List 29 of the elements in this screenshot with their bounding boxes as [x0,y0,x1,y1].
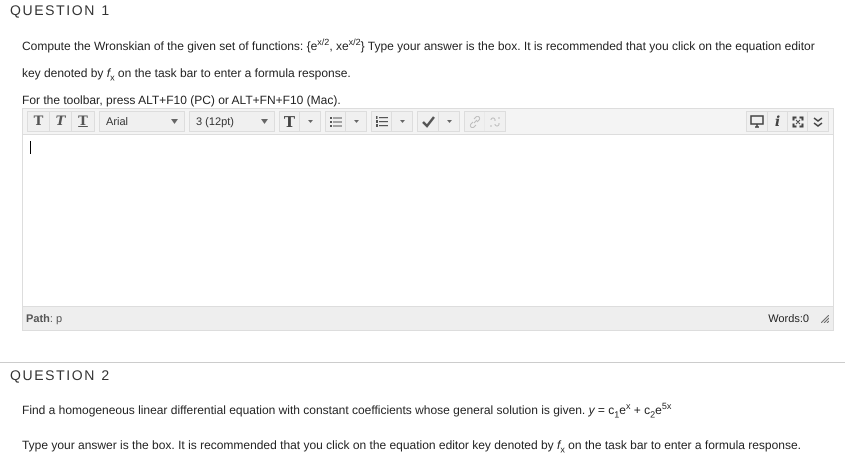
broken-link-icon [488,116,502,128]
checkmark-icon [421,116,435,128]
monitor-icon [750,115,764,128]
caret-icon [308,120,312,124]
question-title: QUESTION 1 [10,1,112,19]
numbered-list-icon [376,116,388,128]
question-text: Find a homogeneous linear differential equation with constant coefficients whose general solution is given. y = c$_{1}$e$^{x}$ + c$_{2}$e$^{5x}$ [22,400,672,422]
resize-handle-icon [821,314,829,323]
caret-icon [171,119,178,124]
italic-button[interactable]: T [50,112,72,132]
underline-button[interactable]: T [72,112,94,132]
fullscreen-icon [792,116,804,128]
double-chevron-icon [812,116,824,128]
question-text: Type your answer is the box. It is recommended that you click on the equation editor key denoted by f$_{x}$ on the task bar to enter a formula response. [22,436,802,456]
question-title: QUESTION 2 [10,366,112,384]
list-icon [330,116,342,127]
bold-button[interactable]: T [28,112,50,132]
link-icon [468,116,480,128]
caret-icon [400,120,404,124]
caret-icon [354,120,358,124]
caret-icon [446,120,452,124]
font-select[interactable]: Arial [99,111,185,132]
caret-icon [261,119,268,124]
question-text: Compute the Wronskian of the given set of functions: {e$^{x/2}$, xe$^{x/2}$} Type your answer is the box. It is recommended that you click on the equation editor key denoted by f$_{x}$ on the task bar to enter a formula response. [22,36,816,84]
question-text: For the toolbar, press ALT+F10 (PC) or ALT+FN+F10 (Mac). [22,92,342,110]
size-select[interactable]: 3 (12pt) [189,111,275,132]
path-text: Path: p [26,312,62,325]
word-count: Words:0 [768,312,809,325]
text-cursor [30,141,31,154]
